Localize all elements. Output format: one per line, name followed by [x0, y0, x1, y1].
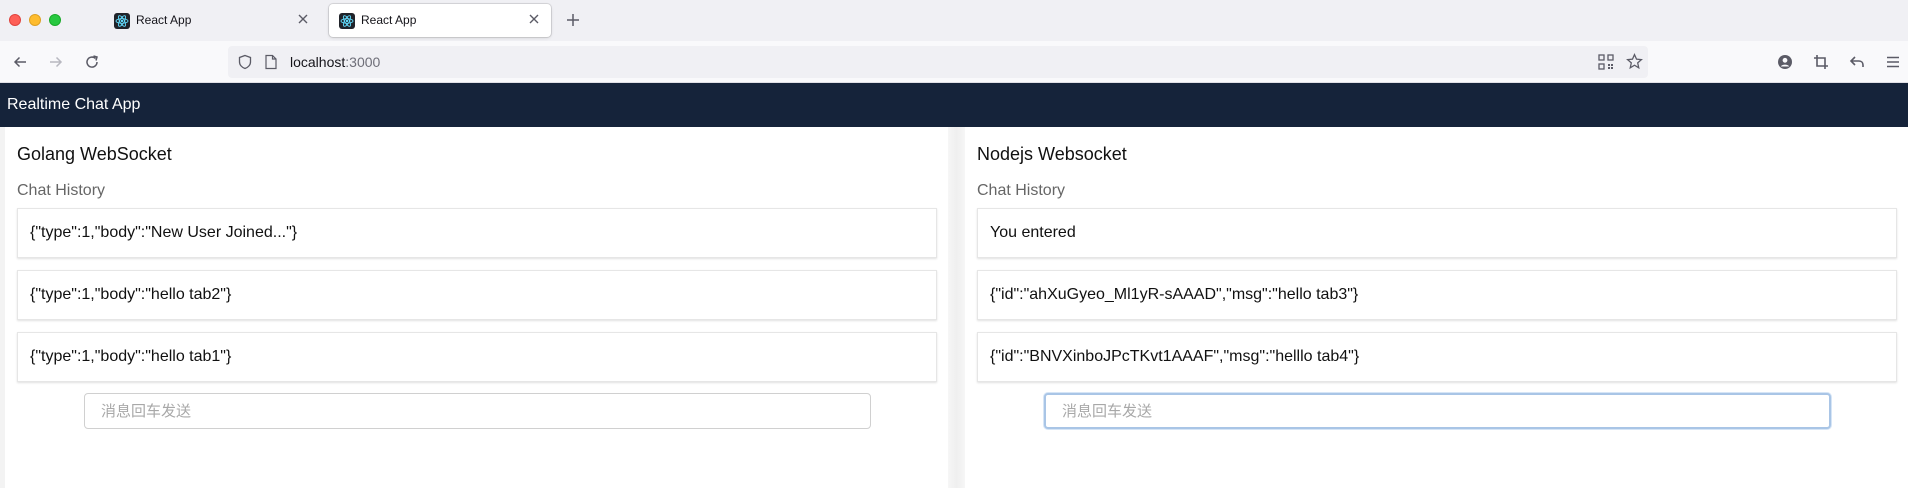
- close-tab-icon[interactable]: [296, 12, 310, 26]
- undo-icon[interactable]: [1849, 54, 1865, 70]
- react-logo-icon: [114, 13, 130, 29]
- chat-message-text: {"type":1,"body":"hello tab2"}: [30, 286, 232, 303]
- browser-tab-bar: React App React App: [0, 0, 1908, 41]
- window-close-button[interactable]: [9, 14, 21, 26]
- panel-title: Golang WebSocket: [17, 144, 172, 164]
- chat-message: {"type":1,"body":"hello tab1"}: [17, 332, 937, 382]
- nodejs-websocket-panel: Nodejs Websocket Chat History You entere…: [965, 127, 1908, 488]
- chat-message: You entered: [977, 208, 1897, 258]
- browser-nav-bar: localhost:3000: [0, 41, 1908, 83]
- app-title: Realtime Chat App: [7, 96, 141, 113]
- star-icon[interactable]: [1626, 53, 1643, 75]
- url-bar[interactable]: localhost:3000: [228, 46, 1648, 78]
- chat-message-text: {"type":1,"body":"New User Joined..."}: [30, 224, 298, 241]
- window-zoom-button[interactable]: [49, 14, 61, 26]
- message-input[interactable]: [84, 393, 871, 429]
- url-text: localhost:3000: [290, 54, 380, 70]
- golang-websocket-panel: Golang WebSocket Chat History {"type":1,…: [5, 127, 948, 488]
- chat-message-text: {"type":1,"body":"hello tab1"}: [30, 348, 232, 365]
- tab-title: React App: [136, 13, 192, 27]
- chat-message: {"type":1,"body":"New User Joined..."}: [17, 208, 937, 258]
- reload-icon[interactable]: [84, 54, 100, 70]
- browser-tab-2[interactable]: React App: [329, 4, 551, 37]
- new-tab-icon[interactable]: [565, 12, 581, 28]
- screenshot-icon[interactable]: [1813, 54, 1829, 70]
- back-icon[interactable]: [12, 54, 28, 70]
- chat-message-text: You entered: [990, 224, 1076, 241]
- window-minimize-button[interactable]: [29, 14, 41, 26]
- chat-message: {"type":1,"body":"hello tab2"}: [17, 270, 937, 320]
- url-host: localhost: [290, 54, 346, 70]
- close-tab-icon[interactable]: [527, 12, 541, 26]
- chat-history-label: Chat History: [977, 182, 1066, 199]
- chat-history-label: Chat History: [17, 182, 106, 199]
- url-port: :3000: [345, 54, 381, 70]
- message-input[interactable]: [1044, 393, 1831, 429]
- react-logo-icon: [339, 13, 355, 29]
- app-header: Realtime Chat App: [0, 83, 1908, 127]
- shield-icon[interactable]: [237, 54, 253, 75]
- forward-icon[interactable]: [48, 54, 64, 70]
- account-icon[interactable]: [1777, 54, 1793, 70]
- panel-divider: [948, 127, 965, 488]
- qr-code-icon[interactable]: [1598, 54, 1614, 75]
- chat-message-text: {"id":"BNVXinboJPcTKvt1AAAF","msg":"hell…: [990, 348, 1360, 365]
- chat-message: {"id":"BNVXinboJPcTKvt1AAAF","msg":"hell…: [977, 332, 1897, 382]
- chat-message: {"id":"ahXuGyeo_Ml1yR-sAAAD","msg":"hell…: [977, 270, 1897, 320]
- panel-title: Nodejs Websocket: [977, 144, 1127, 164]
- chat-message-text: {"id":"ahXuGyeo_Ml1yR-sAAAD","msg":"hell…: [990, 286, 1359, 303]
- page-icon: [264, 54, 278, 75]
- menu-icon[interactable]: [1885, 54, 1901, 70]
- browser-tab-1[interactable]: React App: [104, 4, 320, 37]
- tab-title: React App: [361, 13, 417, 27]
